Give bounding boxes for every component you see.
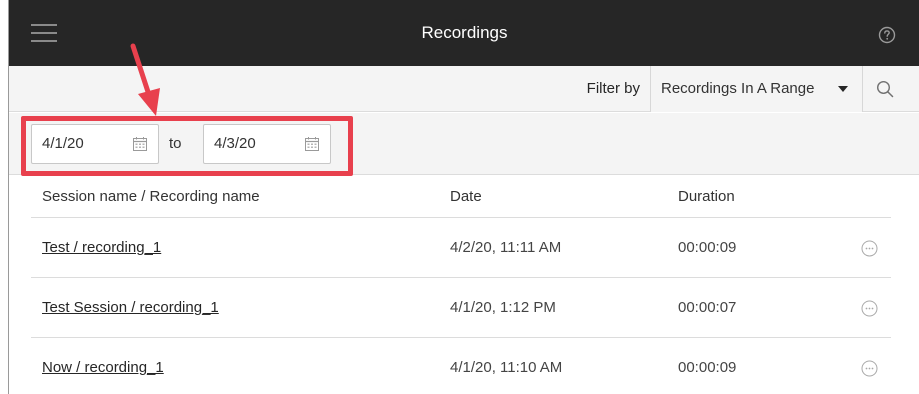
more-options-icon[interactable] — [861, 240, 878, 257]
table-header: Session name / Recording name Date Durat… — [31, 175, 891, 218]
annotation-arrow-icon — [130, 43, 160, 116]
table-row: Test / recording_1 4/2/20, 11:11 AM 00:0… — [31, 218, 891, 278]
table-row: Now / recording_1 4/1/20, 11:10 AM 00:00… — [31, 338, 891, 394]
filter-dropdown[interactable]: Recordings In A Range — [650, 66, 863, 112]
column-header-name[interactable]: Session name / Recording name — [42, 175, 260, 218]
recording-date: 4/2/20, 11:11 AM — [450, 239, 562, 256]
filter-dropdown-value: Recordings In A Range — [661, 80, 815, 97]
search-icon[interactable] — [875, 79, 895, 99]
recording-duration: 00:00:09 — [678, 239, 737, 256]
recording-duration: 00:00:09 — [678, 359, 737, 376]
annotation-highlight-box — [21, 116, 353, 176]
caret-down-icon — [838, 86, 848, 92]
recording-duration: 00:00:07 — [678, 299, 737, 316]
date-range-row: 4/1/20 to 4/3/20 — [9, 113, 919, 176]
column-header-duration[interactable]: Duration — [678, 175, 735, 218]
recording-date: 4/1/20, 11:10 AM — [450, 359, 563, 376]
recording-link[interactable]: Test / recording_1 — [42, 218, 161, 278]
more-options-icon[interactable] — [861, 300, 878, 317]
more-options-icon[interactable] — [861, 360, 878, 377]
table-row: Test Session / recording_1 4/1/20, 1:12 … — [31, 278, 891, 338]
recordings-panel: Recordings Filter by Recordings In A Ran… — [8, 0, 919, 394]
help-question-icon[interactable] — [878, 26, 896, 44]
recording-link[interactable]: Now / recording_1 — [42, 338, 164, 394]
recording-date: 4/1/20, 1:12 PM — [450, 299, 556, 316]
column-header-date[interactable]: Date — [450, 175, 482, 218]
recording-link[interactable]: Test Session / recording_1 — [42, 278, 219, 338]
filter-by-label: Filter by — [586, 80, 640, 97]
